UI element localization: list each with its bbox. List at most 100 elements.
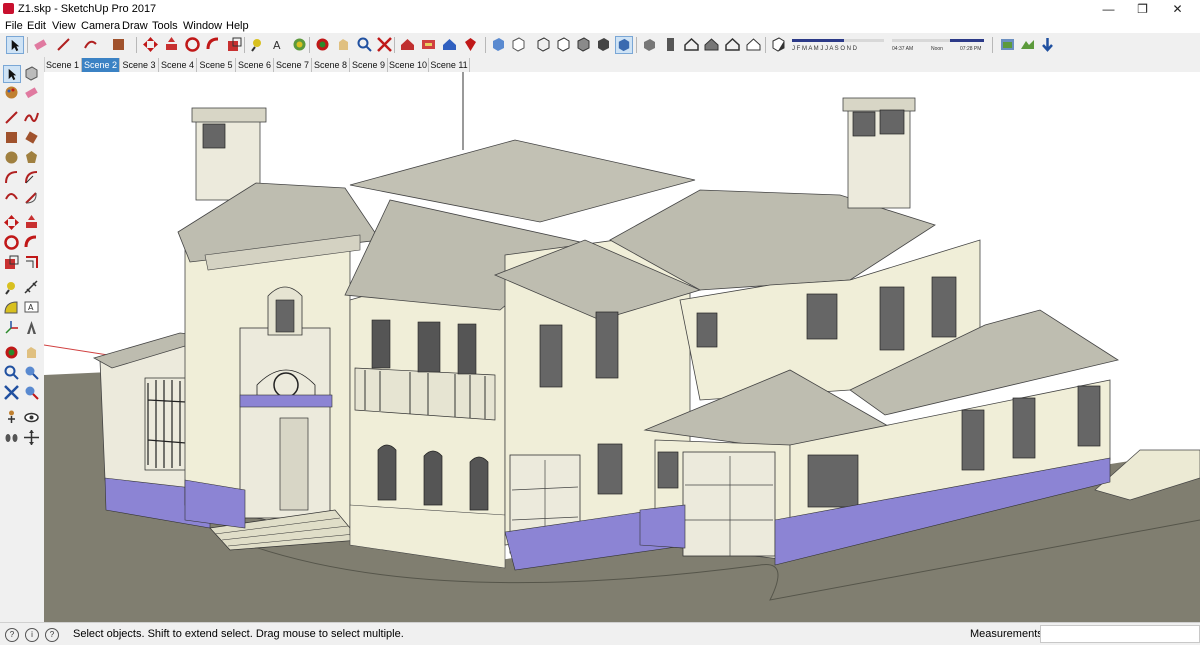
menu-draw[interactable]: Draw [122, 19, 148, 33]
extension-icon[interactable] [420, 36, 437, 53]
credits-icon[interactable]: i [25, 628, 39, 642]
eraser-icon[interactable] [23, 84, 40, 101]
walk-icon[interactable] [3, 429, 20, 446]
tab-scene-1[interactable]: Scene 1 [44, 58, 82, 72]
move-icon[interactable] [142, 36, 159, 53]
orbit-icon[interactable] [3, 344, 20, 361]
terrain-icon[interactable] [1019, 36, 1036, 53]
text-icon[interactable]: A [23, 299, 40, 316]
3d-text-icon[interactable] [23, 319, 40, 336]
front-view-icon[interactable] [683, 36, 700, 53]
share-model-icon[interactable] [441, 36, 458, 53]
line-icon[interactable] [55, 36, 72, 53]
polygon-icon[interactable] [23, 149, 40, 166]
back-edges-icon[interactable] [510, 36, 527, 53]
right-view-icon[interactable] [703, 36, 720, 53]
position-camera-icon[interactable] [3, 409, 20, 426]
pie-icon[interactable] [23, 169, 40, 186]
line-icon[interactable] [3, 109, 20, 126]
arc-3pt-icon[interactable] [3, 189, 20, 206]
hidden-line-icon[interactable] [555, 36, 572, 53]
axes-icon[interactable] [291, 36, 308, 53]
select-icon[interactable] [6, 36, 24, 54]
measurements-box[interactable] [1040, 625, 1200, 643]
rectangle-icon[interactable] [3, 129, 20, 146]
iso-view-icon[interactable] [641, 36, 658, 53]
zoom-window-icon[interactable] [23, 364, 40, 381]
close-icon[interactable]: ✕ [1155, 0, 1200, 19]
tape-icon[interactable] [3, 279, 20, 296]
top-view-icon[interactable] [662, 36, 679, 53]
shape-icon[interactable] [82, 36, 99, 53]
tab-scene-3[interactable]: Scene 3 [120, 58, 159, 72]
wireframe-icon[interactable] [535, 36, 552, 53]
zoom-icon[interactable] [3, 364, 20, 381]
warehouse-icon[interactable] [399, 36, 416, 53]
tab-scene-6[interactable]: Scene 6 [236, 58, 274, 72]
select-icon[interactable] [3, 65, 21, 83]
arc-icon[interactable] [3, 169, 20, 186]
drape-icon[interactable] [1039, 36, 1056, 53]
protractor-icon[interactable] [3, 299, 20, 316]
shadows-icon[interactable] [770, 36, 787, 53]
menu-camera[interactable]: Camera [81, 19, 120, 33]
zoom-extents-icon[interactable] [376, 36, 393, 53]
tab-scene-4[interactable]: Scene 4 [159, 58, 197, 72]
zoom-extents-icon[interactable] [3, 384, 20, 401]
paint-icon[interactable] [3, 84, 20, 101]
move-icon[interactable] [3, 214, 20, 231]
arc-2pt-icon[interactable] [23, 189, 40, 206]
pan-icon[interactable] [23, 344, 40, 361]
push-pull-icon[interactable] [23, 214, 40, 231]
component-icon[interactable] [23, 65, 40, 82]
tab-scene-5[interactable]: Scene 5 [197, 58, 236, 72]
menu-file[interactable]: File [5, 19, 23, 33]
paint-icon[interactable] [110, 36, 127, 53]
rotated-rect-icon[interactable] [23, 129, 40, 146]
orbit-icon[interactable] [314, 36, 331, 53]
freehand-icon[interactable] [23, 109, 40, 126]
ruby-icon[interactable] [462, 36, 479, 53]
tab-scene-7[interactable]: Scene 7 [274, 58, 312, 72]
section-icon[interactable] [23, 429, 40, 446]
sandbox-icon[interactable] [999, 36, 1016, 53]
geolocation-icon[interactable]: ? [5, 628, 19, 642]
drawing-viewport[interactable] [44, 72, 1200, 622]
tab-scene-8[interactable]: Scene 8 [312, 58, 350, 72]
tab-scene-2[interactable]: Scene 2 [82, 58, 120, 72]
back-view-icon[interactable] [724, 36, 741, 53]
scale-icon[interactable] [226, 36, 243, 53]
follow-me-icon[interactable] [205, 36, 222, 53]
xray-icon[interactable] [490, 36, 507, 53]
rotate-icon[interactable] [184, 36, 201, 53]
zoom-icon[interactable] [356, 36, 373, 53]
shaded-icon[interactable] [575, 36, 592, 53]
rotate-icon[interactable] [3, 234, 20, 251]
look-around-icon[interactable] [23, 409, 40, 426]
menu-window[interactable]: Window [183, 19, 222, 33]
menu-edit[interactable]: Edit [27, 19, 46, 33]
monochrome-icon[interactable] [615, 36, 633, 54]
follow-me-icon[interactable] [23, 234, 40, 251]
previous-icon[interactable] [23, 384, 40, 401]
tab-scene-11[interactable]: Scene 11 [429, 58, 470, 72]
text-icon[interactable]: A [270, 36, 287, 53]
shadow-settings[interactable]: J F M A M J J A S O N D 04:37 AM Noon 07… [790, 36, 986, 55]
offset-icon[interactable] [23, 254, 40, 271]
menu-tools[interactable]: Tools [152, 19, 178, 33]
circle-icon[interactable] [3, 149, 20, 166]
left-view-icon[interactable] [745, 36, 762, 53]
eraser-icon[interactable] [32, 36, 49, 53]
scale-icon[interactable] [3, 254, 20, 271]
tape-icon[interactable] [249, 36, 266, 53]
instructor-icon[interactable]: ? [45, 628, 59, 642]
menu-help[interactable]: Help [226, 19, 249, 33]
dimension-icon[interactable] [23, 279, 40, 296]
pan-icon[interactable] [335, 36, 352, 53]
push-pull-icon[interactable] [163, 36, 180, 53]
axes-icon[interactable] [3, 319, 20, 336]
tab-scene-10[interactable]: Scene 10 [388, 58, 429, 72]
textured-icon[interactable] [595, 36, 612, 53]
menu-view[interactable]: View [52, 19, 76, 33]
tab-scene-9[interactable]: Scene 9 [350, 58, 388, 72]
